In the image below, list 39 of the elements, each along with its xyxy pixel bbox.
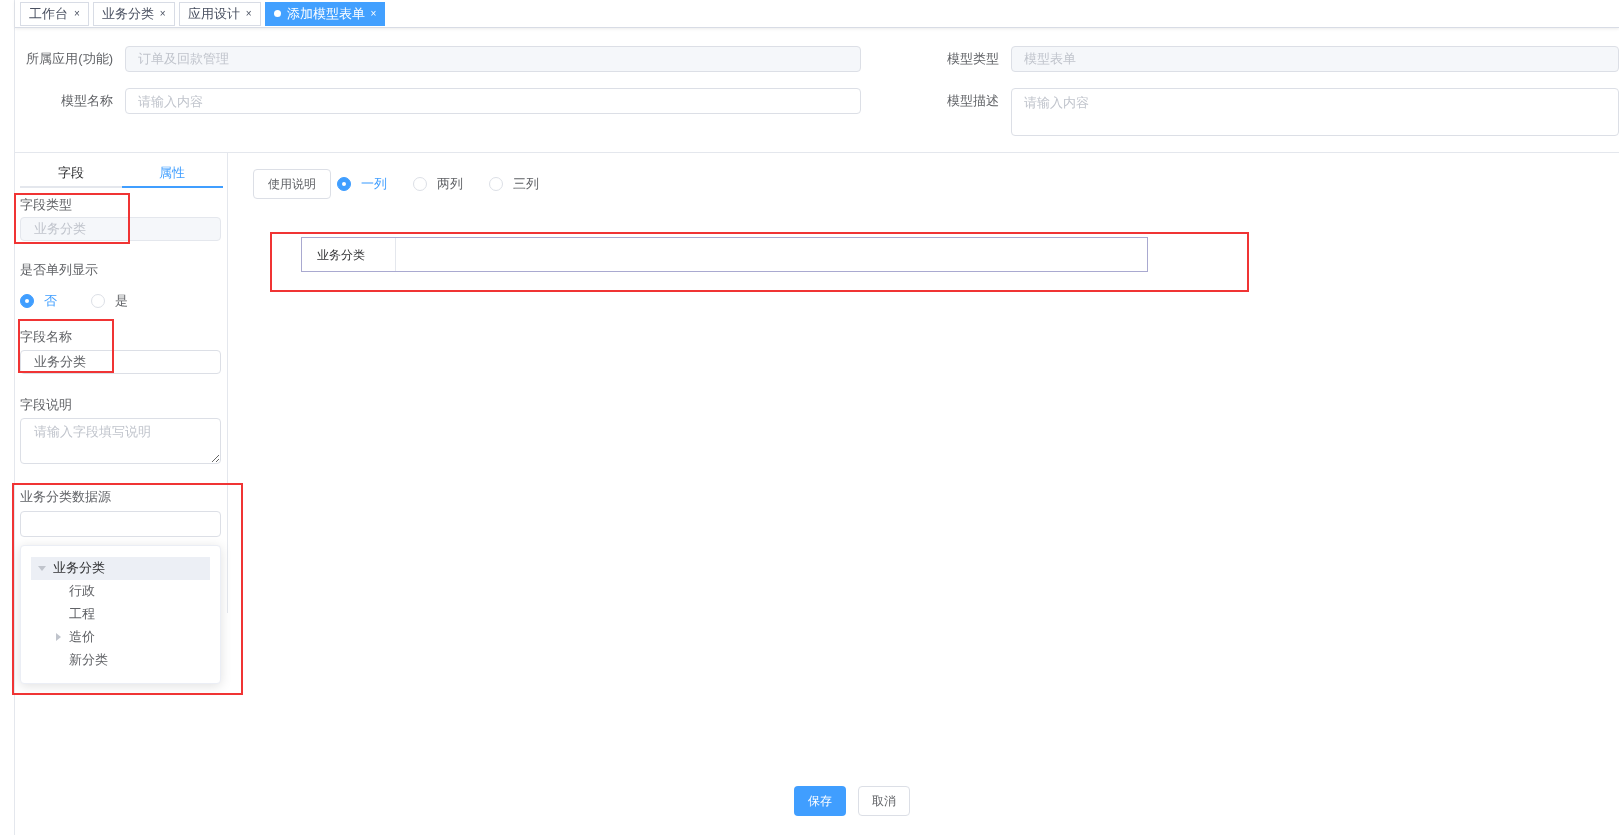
radio-icon	[489, 177, 503, 191]
close-icon[interactable]: ×	[74, 6, 80, 21]
tree-node[interactable]: 业务分类	[31, 556, 210, 580]
tree-node[interactable]: 新分类	[31, 648, 210, 672]
input-field[interactable]	[20, 510, 221, 537]
preview-label-cell: 业务分类	[302, 238, 396, 271]
input-field[interactable]: 请输入内容	[125, 88, 861, 114]
caret-icon	[37, 563, 47, 573]
radio-icon	[413, 177, 427, 191]
page-tab[interactable]: 工作台 ×	[20, 1, 89, 26]
input-field[interactable]: 业务分类	[20, 349, 221, 374]
radio-option[interactable]: 三列	[489, 174, 539, 194]
close-icon[interactable]: ×	[245, 6, 252, 21]
cancel-button[interactable]: 取消	[858, 786, 910, 816]
close-icon[interactable]: ×	[159, 6, 166, 21]
page-tab[interactable]: 应用设计 ×	[178, 1, 261, 26]
field-label: 业务分类数据源	[20, 487, 112, 506]
textarea-field[interactable]: 请输入字段填写说明	[20, 417, 221, 464]
form-label: 模型名称	[60, 92, 114, 110]
caret-icon	[53, 632, 63, 642]
page-tab[interactable]: 业务分类 ×	[92, 1, 175, 26]
tree-node[interactable]: 行政	[31, 579, 210, 603]
panel-tab[interactable]: 字段	[20, 158, 122, 188]
form-label: 所属应用(功能)	[25, 50, 114, 68]
textarea-field[interactable]: 请输入内容	[1011, 88, 1619, 136]
radio-icon	[20, 293, 34, 308]
radio-option[interactable]: 是	[91, 291, 128, 311]
tree-node[interactable]: 工程	[31, 602, 210, 626]
field-label: 字段类型	[20, 196, 73, 214]
form-label: 模型类型	[946, 50, 1000, 68]
field-label: 字段说明	[20, 395, 73, 414]
field-label: 是否单列显示	[20, 261, 99, 279]
tree-node[interactable]: 造价	[31, 625, 210, 649]
radio-option[interactable]: 两列	[413, 174, 463, 194]
radio-icon	[337, 177, 351, 191]
field-label: 字段名称	[20, 327, 73, 346]
radio-icon	[91, 293, 105, 308]
help-button[interactable]: 使用说明	[253, 169, 331, 199]
form-label: 模型描述	[946, 92, 1000, 110]
